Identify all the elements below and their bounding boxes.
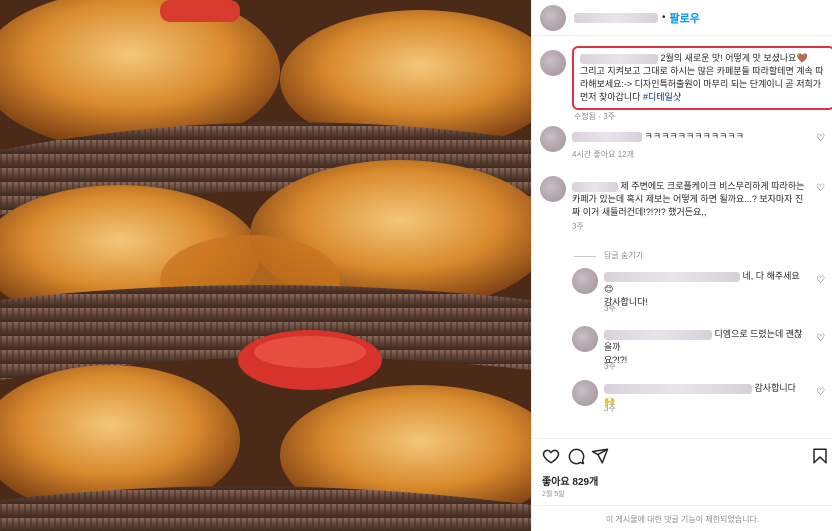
separator-dot: • (662, 12, 666, 23)
post-photo[interactable] (0, 0, 531, 531)
comments-list[interactable]: 2월의 새로운 맛! 어떻게 맛 보셨나요🤎 그리고 지켜보고 그대로 하시는 … (532, 38, 832, 436)
caption-username-blurred[interactable] (580, 53, 658, 64)
comment-like-heart-icon[interactable]: ♡ (816, 132, 825, 146)
caption-hashtag[interactable]: #디테일샷 (643, 92, 681, 102)
reply-item: 디엠으로 드렸는데 괜찮을까 요?!?! 3주 ♡ (572, 326, 825, 371)
caption-meta: 수정됨 · 3주 (574, 112, 615, 121)
author-username-blurred[interactable] (574, 12, 658, 23)
comment-meta[interactable]: 4시간 좋아요 12개 (572, 148, 634, 162)
reply-divider-line (574, 255, 596, 257)
reply-text-wrap: 감사합니다🙌 (604, 382, 804, 408)
reply-meta: 3주 (604, 362, 616, 371)
reply-like-heart-icon[interactable]: ♡ (816, 274, 825, 288)
caption-body: 그리고 지켜보고 그대로 하시는 많은 카페분들 따라할테면 계속 따라해보세요… (580, 66, 824, 102)
comment-text-wrap: ㅋㅋㅋㅋㅋㅋㅋㅋㅋㅋㅋㅋ (572, 130, 808, 143)
reply-avatar[interactable] (572, 326, 598, 352)
reply-username-blurred[interactable] (604, 383, 752, 394)
post-date: 2월 5일 (542, 491, 565, 498)
heart-icon[interactable] (542, 447, 560, 465)
reply-like-heart-icon[interactable]: ♡ (816, 332, 825, 346)
post-side-panel: • 팔로우 2월의 새로운 맛! 어떻게 맛 보셨나요🤎 그리고 지켜보고 그대… (531, 0, 832, 531)
commenter-avatar[interactable] (540, 126, 566, 152)
hide-replies-toggle[interactable]: 답글 숨기기 (574, 249, 643, 263)
reply-item: 감사합니다🙌 3주 ♡ (572, 380, 825, 414)
commenter-avatar[interactable] (540, 176, 566, 202)
follow-button[interactable]: 팔로우 (670, 10, 700, 26)
caption-first-line: 2월의 새로운 맛! 어떻게 맛 보셨나요🤎 (660, 53, 808, 63)
reply-meta: 3주 (604, 404, 616, 413)
reply-text-wrap: 네, 다 해주세요😊 감사합니다! (604, 270, 804, 309)
reply-username-blurred[interactable] (604, 271, 740, 282)
reply-avatar[interactable] (572, 268, 598, 294)
comment-icon[interactable] (567, 447, 585, 465)
comment-like-heart-icon[interactable]: ♡ (816, 182, 825, 196)
bookmark-icon[interactable] (811, 447, 829, 465)
comment-item: ㅋㅋㅋㅋㅋㅋㅋㅋㅋㅋㅋㅋ 4시간 좋아요 12개 ♡ (540, 126, 825, 162)
commenter-username-blurred[interactable] (572, 181, 618, 192)
comment-text: ㅋㅋㅋㅋㅋㅋㅋㅋㅋㅋㅋㅋ (644, 131, 744, 141)
share-icon[interactable] (591, 447, 609, 465)
author-avatar[interactable] (540, 4, 566, 31)
reply-like-heart-icon[interactable]: ♡ (816, 386, 825, 400)
reply-item: 네, 다 해주세요😊 감사합니다! 3주 ♡ (572, 268, 825, 313)
commenter-username-blurred[interactable] (572, 131, 642, 142)
croffle-cake-image (0, 0, 531, 531)
likes-count[interactable]: 좋아요 829개 (542, 473, 598, 488)
post-actions-bar: 좋아요 829개 2월 5일 이 게시물에 대한 댓글 기능이 제한되었습니다. (532, 438, 832, 531)
comment-item: 제 주변에도 크로플케이크 비스무리하게 따라하는 카페가 있는데 혹시 제보는… (540, 176, 825, 236)
comment-meta: 3주 (572, 222, 584, 231)
reply-username-blurred[interactable] (604, 329, 712, 340)
reply-meta: 3주 (604, 304, 616, 313)
post-header: • 팔로우 (532, 0, 832, 36)
caption-avatar[interactable] (540, 50, 566, 76)
comment-text-wrap: 제 주변에도 크로플케이크 비스무리하게 따라하는 카페가 있는데 혹시 제보는… (572, 180, 808, 219)
reply-avatar[interactable] (572, 380, 598, 406)
comments-limited-notice: 이 게시물에 대한 댓글 기능이 제한되었습니다. (532, 505, 832, 531)
hide-replies-label: 답글 숨기기 (604, 251, 644, 260)
caption-highlight-box: 2월의 새로운 맛! 어떻게 맛 보셨나요🤎 그리고 지켜보고 그대로 하시는 … (572, 46, 832, 110)
reply-text-wrap: 디엠으로 드렸는데 괜찮을까 요?!?! (604, 328, 804, 367)
